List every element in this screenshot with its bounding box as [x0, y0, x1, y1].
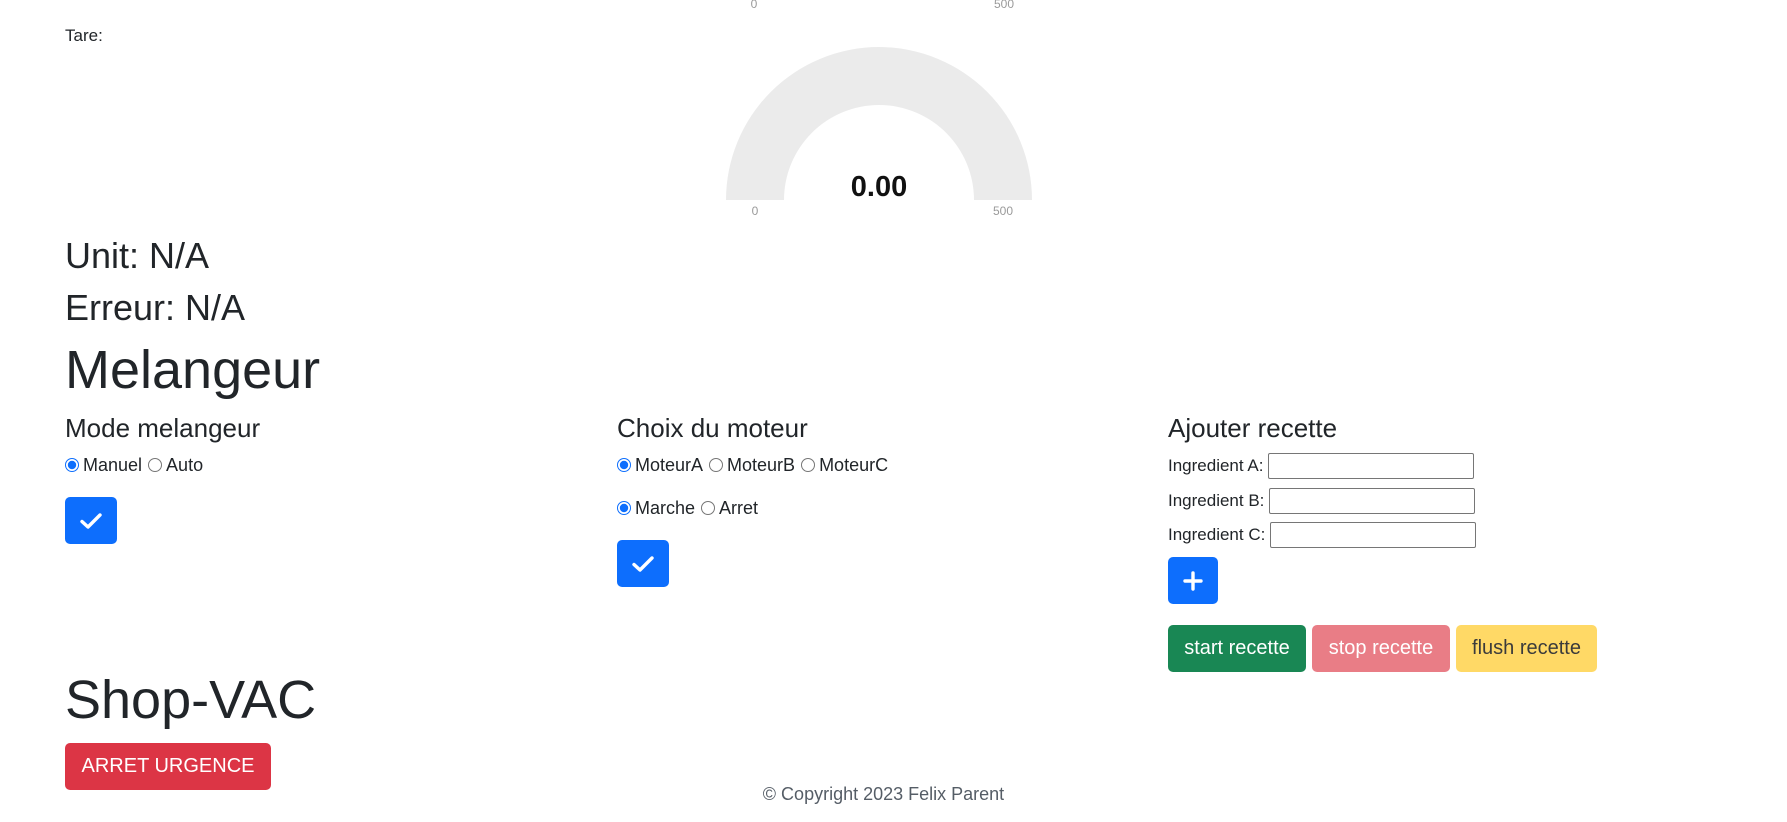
- mode-option-manuel[interactable]: Manuel: [65, 454, 142, 476]
- ingredient-b-label: Ingredient B:: [1168, 491, 1265, 510]
- ingredient-c-input[interactable]: [1270, 522, 1477, 548]
- motor-b-label: MoteurB: [727, 455, 796, 475]
- motor-option-a[interactable]: MoteurA: [617, 454, 703, 476]
- start-recette-button[interactable]: start recette: [1168, 625, 1306, 672]
- tare-label: Tare:: [65, 26, 103, 45]
- ajouter-recette-heading: Ajouter recette: [1168, 413, 1338, 443]
- state-marche-radio[interactable]: [617, 501, 631, 515]
- mode-submit-button[interactable]: [65, 497, 117, 544]
- add-recette-button[interactable]: [1168, 557, 1218, 604]
- gauge-min-label: 0: [752, 204, 759, 218]
- motor-option-b[interactable]: MoteurB: [709, 454, 795, 476]
- motor-option-c[interactable]: MoteurC: [801, 454, 888, 476]
- mode-auto-label: Auto: [166, 455, 204, 475]
- state-arret-label: Arret: [719, 498, 759, 518]
- mode-manuel-radio[interactable]: [65, 458, 79, 472]
- ingredient-c-row: Ingredient C:: [1168, 521, 1477, 549]
- motor-a-radio[interactable]: [617, 458, 631, 472]
- ingredient-b-row: Ingredient B:: [1168, 487, 1476, 515]
- mode-melangeur-heading: Mode melangeur: [65, 413, 261, 443]
- motor-c-radio[interactable]: [801, 458, 816, 472]
- motor-state-radio-group: Marche Arret: [617, 497, 764, 519]
- shopvac-title: Shop-VAC: [65, 670, 317, 730]
- weight-gauge: 0 500 0.00 0 500: [715, 0, 1055, 225]
- plus-icon: [1183, 570, 1203, 591]
- motor-c-label: MoteurC: [819, 455, 889, 475]
- state-arret-radio[interactable]: [701, 501, 716, 515]
- check-icon: [632, 555, 654, 572]
- stop-recette-button[interactable]: stop recette: [1312, 625, 1450, 672]
- state-marche-label: Marche: [635, 498, 696, 518]
- error-status: Erreur: N/A: [65, 287, 246, 328]
- motor-b-radio[interactable]: [709, 458, 724, 472]
- gauge-svg: 0 500 0.00 0 500: [726, 0, 1032, 218]
- gauge-value: 0.00: [851, 171, 907, 203]
- unit-status: Unit: N/A: [65, 235, 210, 276]
- ingredient-a-row: Ingredient A:: [1168, 452, 1475, 480]
- emergency-stop-button[interactable]: ARRET URGENCE: [65, 743, 271, 790]
- melangeur-title: Melangeur: [65, 340, 321, 400]
- footer-copyright: © Copyright 2023 Felix Parent: [762, 784, 1005, 804]
- ingredient-c-label: Ingredient C:: [1168, 525, 1266, 544]
- state-option-arret[interactable]: Arret: [701, 497, 758, 519]
- state-option-marche[interactable]: Marche: [617, 497, 695, 519]
- ingredient-b-input[interactable]: [1269, 488, 1476, 514]
- motor-submit-button[interactable]: [617, 540, 669, 587]
- check-icon: [80, 512, 102, 529]
- mode-option-auto[interactable]: Auto: [148, 454, 203, 476]
- mode-auto-radio[interactable]: [148, 458, 163, 472]
- motor-a-label: MoteurA: [635, 455, 704, 475]
- ingredient-a-label: Ingredient A:: [1168, 456, 1264, 475]
- mode-radio-group: Manuel Auto: [65, 454, 209, 476]
- ingredient-a-input[interactable]: [1268, 453, 1475, 479]
- gauge-max-label: 500: [993, 204, 1013, 218]
- motor-radio-group: MoteurA MoteurB MoteurC: [617, 454, 894, 476]
- choix-moteur-heading: Choix du moteur: [617, 413, 808, 443]
- gauge-top-min-label: 0: [751, 0, 758, 11]
- gauge-top-max-label: 500: [994, 0, 1014, 11]
- mode-manuel-label: Manuel: [83, 455, 143, 475]
- flush-recette-button[interactable]: flush recette: [1456, 625, 1597, 672]
